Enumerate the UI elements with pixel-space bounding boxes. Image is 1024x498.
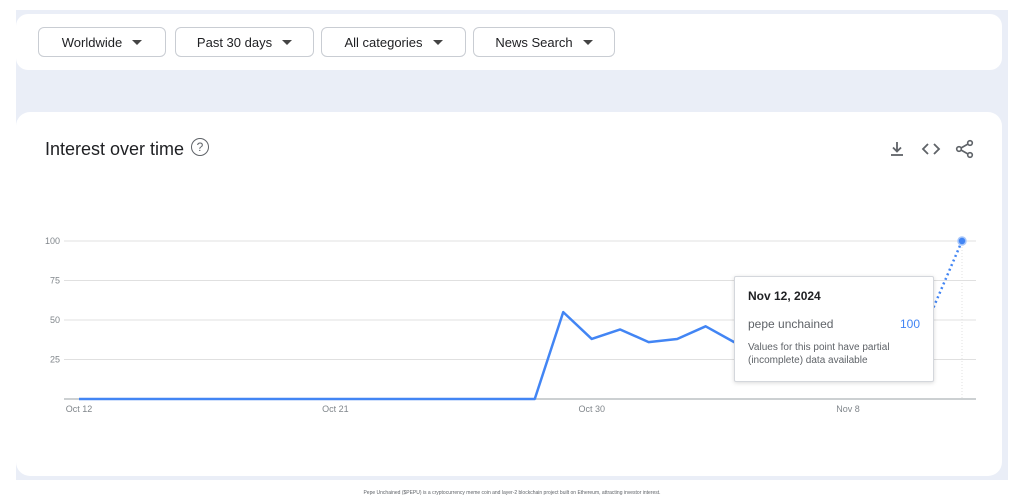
page-footnote: Pepe Unchained ($PEPU) is a cryptocurren…: [363, 490, 661, 496]
tooltip-term: pepe unchained: [748, 317, 834, 331]
x-tick-label: Oct 30: [578, 404, 605, 414]
y-tick-label: 75: [50, 276, 60, 286]
tooltip-value: 100: [899, 317, 920, 331]
chart-tooltip: Nov 12, 2024 pepe unchained 100 Values f…: [734, 276, 934, 382]
x-tick-label: Oct 21: [322, 404, 349, 414]
y-tick-label: 100: [45, 236, 60, 246]
x-tick-label: Nov 8: [836, 404, 860, 414]
tooltip-date: Nov 12, 2024: [748, 289, 821, 303]
y-tick-label: 25: [50, 355, 60, 365]
tooltip-partial-note: Values for this point have partial (inco…: [748, 342, 890, 366]
y-tick-label: 50: [50, 315, 60, 325]
interest-line-chart: 100 75 50 25 Oct 12 Oct 21 Oct 30 Nov 8: [45, 236, 976, 414]
x-tick-label: Oct 12: [66, 404, 93, 414]
series-line-partial-segment: [932, 240, 964, 308]
data-point: [957, 236, 967, 246]
